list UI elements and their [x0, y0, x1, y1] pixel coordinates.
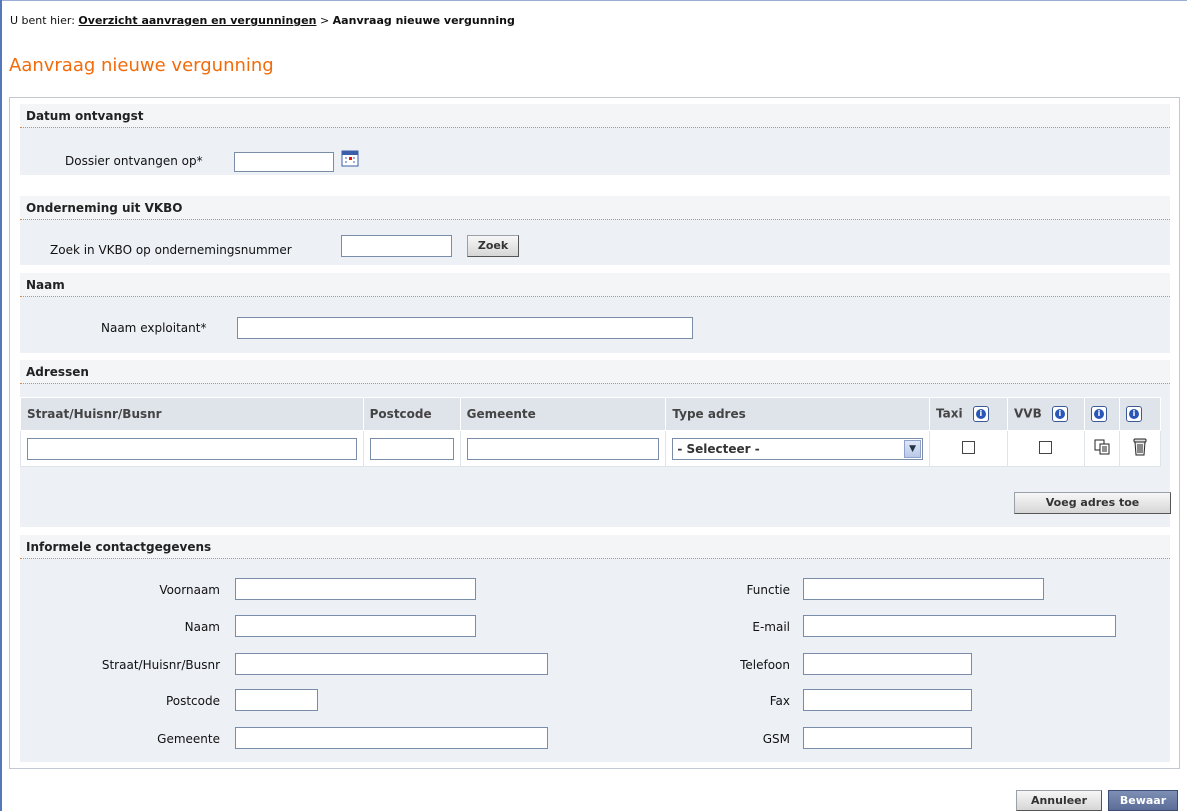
section-header-contact: Informele contactgegevens [20, 535, 1170, 559]
breadcrumb-current: Aanvraag nieuwe vergunning [332, 14, 515, 27]
column-header-gemeente: Gemeente [459, 397, 667, 431]
page-title: Aanvraag nieuwe vergunning [9, 55, 274, 76]
contact-telefoon-label: Telefoon [740, 658, 790, 672]
contact-naam-label: Naam [184, 620, 220, 634]
address-postcode-input[interactable] [369, 437, 454, 460]
form-panel: Datum ontvangst Dossier ontvangen op* On… [9, 97, 1180, 769]
zoek-button[interactable]: Zoek [467, 235, 519, 257]
info-icon[interactable]: i [1125, 406, 1142, 422]
add-address-button[interactable]: Voeg adres toe [1014, 492, 1171, 514]
info-icon[interactable]: i [1090, 406, 1107, 422]
contact-naam-input[interactable] [235, 615, 476, 637]
cell-postcode [362, 430, 461, 467]
cell-vvb [1007, 430, 1085, 467]
annuleer-button[interactable]: Annuleer [1016, 790, 1102, 811]
contact-gemeente-input[interactable] [235, 727, 548, 749]
cell-gemeente [459, 430, 667, 467]
address-table-header: Straat/Huisnr/Busnr Postcode Gemeente Ty… [20, 397, 1162, 431]
table-row: - Selecteer - ▼ [20, 430, 1162, 467]
column-header-copy: i [1083, 397, 1120, 431]
naam-exploitant-label: Naam exploitant* [101, 321, 207, 335]
trash-icon[interactable] [1132, 438, 1148, 456]
breadcrumb-prefix: U bent hier: [10, 14, 75, 27]
copy-icon[interactable] [1094, 439, 1110, 455]
contact-voornaam-input[interactable] [235, 578, 476, 600]
address-gemeente-input[interactable] [466, 437, 660, 460]
vvb-checkbox[interactable] [1039, 440, 1053, 454]
contact-email-input[interactable] [803, 615, 1116, 637]
cell-delete [1118, 430, 1162, 467]
contact-voornaam-label: Voornaam [159, 583, 220, 597]
contact-straat-label: Straat/Huisnr/Busnr [101, 658, 220, 672]
address-straat-input[interactable] [27, 437, 357, 460]
contact-telefoon-input[interactable] [803, 653, 972, 675]
breadcrumb: U bent hier: Overzicht aanvragen en verg… [10, 14, 515, 27]
contact-gsm-label: GSM [762, 732, 790, 746]
chevron-down-icon[interactable]: ▼ [904, 439, 922, 458]
address-type-select[interactable]: - Selecteer - ▼ [672, 437, 924, 460]
cell-taxi [929, 430, 1008, 467]
taxi-checkbox[interactable] [962, 440, 976, 454]
section-header-datum: Datum ontvangst [20, 104, 1170, 128]
contact-fax-label: Fax [769, 694, 790, 708]
vkbo-search-input[interactable] [341, 235, 452, 257]
contact-fax-input[interactable] [803, 689, 972, 711]
contact-functie-label: Functie [746, 583, 790, 597]
dossier-label: Dossier ontvangen op* [65, 154, 203, 168]
section-title-onderneming: Onderneming uit VKBO [26, 201, 183, 215]
contact-postcode-label: Postcode [165, 694, 220, 708]
top-border [0, 0, 1187, 1]
address-type-selected: - Selecteer - [677, 441, 760, 456]
column-header-straat: Straat/Huisnr/Busnr [20, 397, 364, 431]
cell-type: - Selecteer - ▼ [665, 430, 931, 467]
dossier-date-input[interactable] [234, 152, 334, 172]
cell-copy [1083, 430, 1120, 467]
vkbo-search-label: Zoek in VKBO op ondernemingsnummer [50, 243, 292, 257]
column-header-delete: i [1118, 397, 1162, 431]
breadcrumb-separator: > [319, 14, 330, 27]
column-header-taxi-label: Taxi [936, 406, 963, 421]
contact-straat-input[interactable] [235, 653, 548, 675]
bewaar-button[interactable]: Bewaar [1108, 790, 1178, 811]
cell-straat [20, 430, 364, 467]
address-table: Straat/Huisnr/Busnr Postcode Gemeente Ty… [20, 397, 1162, 467]
section-title-datum: Datum ontvangst [26, 109, 144, 123]
info-icon[interactable]: i [972, 406, 989, 422]
info-icon[interactable]: i [1051, 406, 1068, 422]
left-border [0, 0, 2, 811]
column-header-postcode: Postcode [362, 397, 461, 431]
section-title-contact: Informele contactgegevens [26, 540, 212, 554]
contact-gemeente-label: Gemeente [157, 732, 220, 746]
contact-email-label: E-mail [752, 620, 790, 634]
column-header-taxi: Taxi i [929, 397, 1008, 431]
contact-functie-input[interactable] [803, 578, 1044, 600]
section-title-adressen: Adressen [26, 365, 89, 379]
column-header-vvb: VVB i [1007, 397, 1085, 431]
calendar-icon[interactable] [341, 149, 359, 167]
naam-exploitant-input[interactable] [237, 317, 693, 339]
contact-gsm-input[interactable] [803, 727, 972, 749]
section-header-naam: Naam [20, 273, 1170, 297]
breadcrumb-link-overzicht[interactable]: Overzicht aanvragen en vergunningen [78, 14, 316, 27]
column-header-vvb-label: VVB [1014, 406, 1042, 421]
column-header-type: Type adres [665, 397, 931, 431]
section-header-adressen: Adressen [20, 360, 1170, 384]
section-title-naam: Naam [26, 278, 65, 292]
contact-postcode-input[interactable] [235, 689, 318, 711]
section-header-onderneming: Onderneming uit VKBO [20, 196, 1170, 220]
